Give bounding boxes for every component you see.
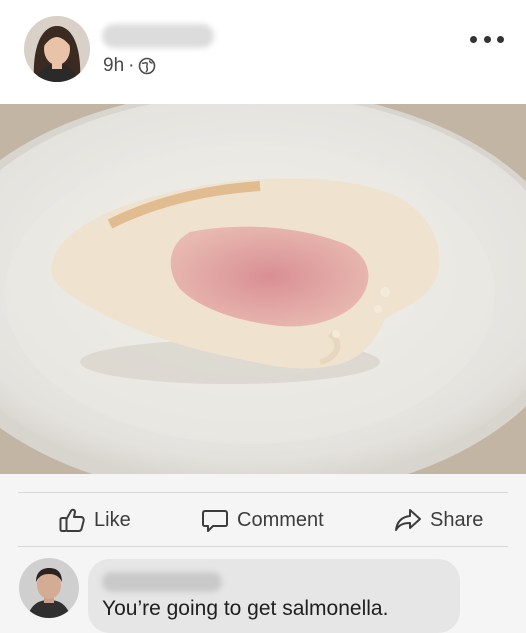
share-arrow-icon bbox=[394, 506, 422, 534]
like-label: Like bbox=[94, 508, 131, 531]
divider-bottom bbox=[18, 546, 508, 547]
author-name-redacted bbox=[102, 24, 214, 48]
comment-bubble-icon bbox=[201, 506, 229, 534]
comment-button[interactable]: Comment bbox=[201, 500, 324, 540]
share-button[interactable]: Share bbox=[394, 500, 483, 540]
share-label: Share bbox=[430, 508, 484, 531]
comment-item: You’re going to get salmonella. bbox=[0, 550, 526, 633]
meta-separator: · bbox=[128, 55, 135, 76]
commenter-avatar[interactable] bbox=[19, 558, 79, 618]
globe-icon bbox=[138, 57, 156, 75]
comment-bubble: You’re going to get salmonella. bbox=[88, 559, 460, 633]
more-options-icon[interactable] bbox=[470, 28, 504, 50]
author-avatar[interactable] bbox=[24, 16, 90, 82]
like-button[interactable]: Like bbox=[58, 500, 131, 540]
post-time: 9h bbox=[103, 55, 125, 76]
divider-top bbox=[18, 492, 508, 493]
post-meta: 9h · bbox=[103, 55, 156, 77]
post-photo[interactable] bbox=[0, 104, 526, 474]
thumbs-up-icon bbox=[58, 506, 86, 534]
commenter-name-redacted bbox=[102, 572, 222, 592]
comment-text: You’re going to get salmonella. bbox=[102, 597, 389, 620]
post-header: 9h · bbox=[0, 0, 526, 104]
comment-label: Comment bbox=[237, 508, 324, 531]
